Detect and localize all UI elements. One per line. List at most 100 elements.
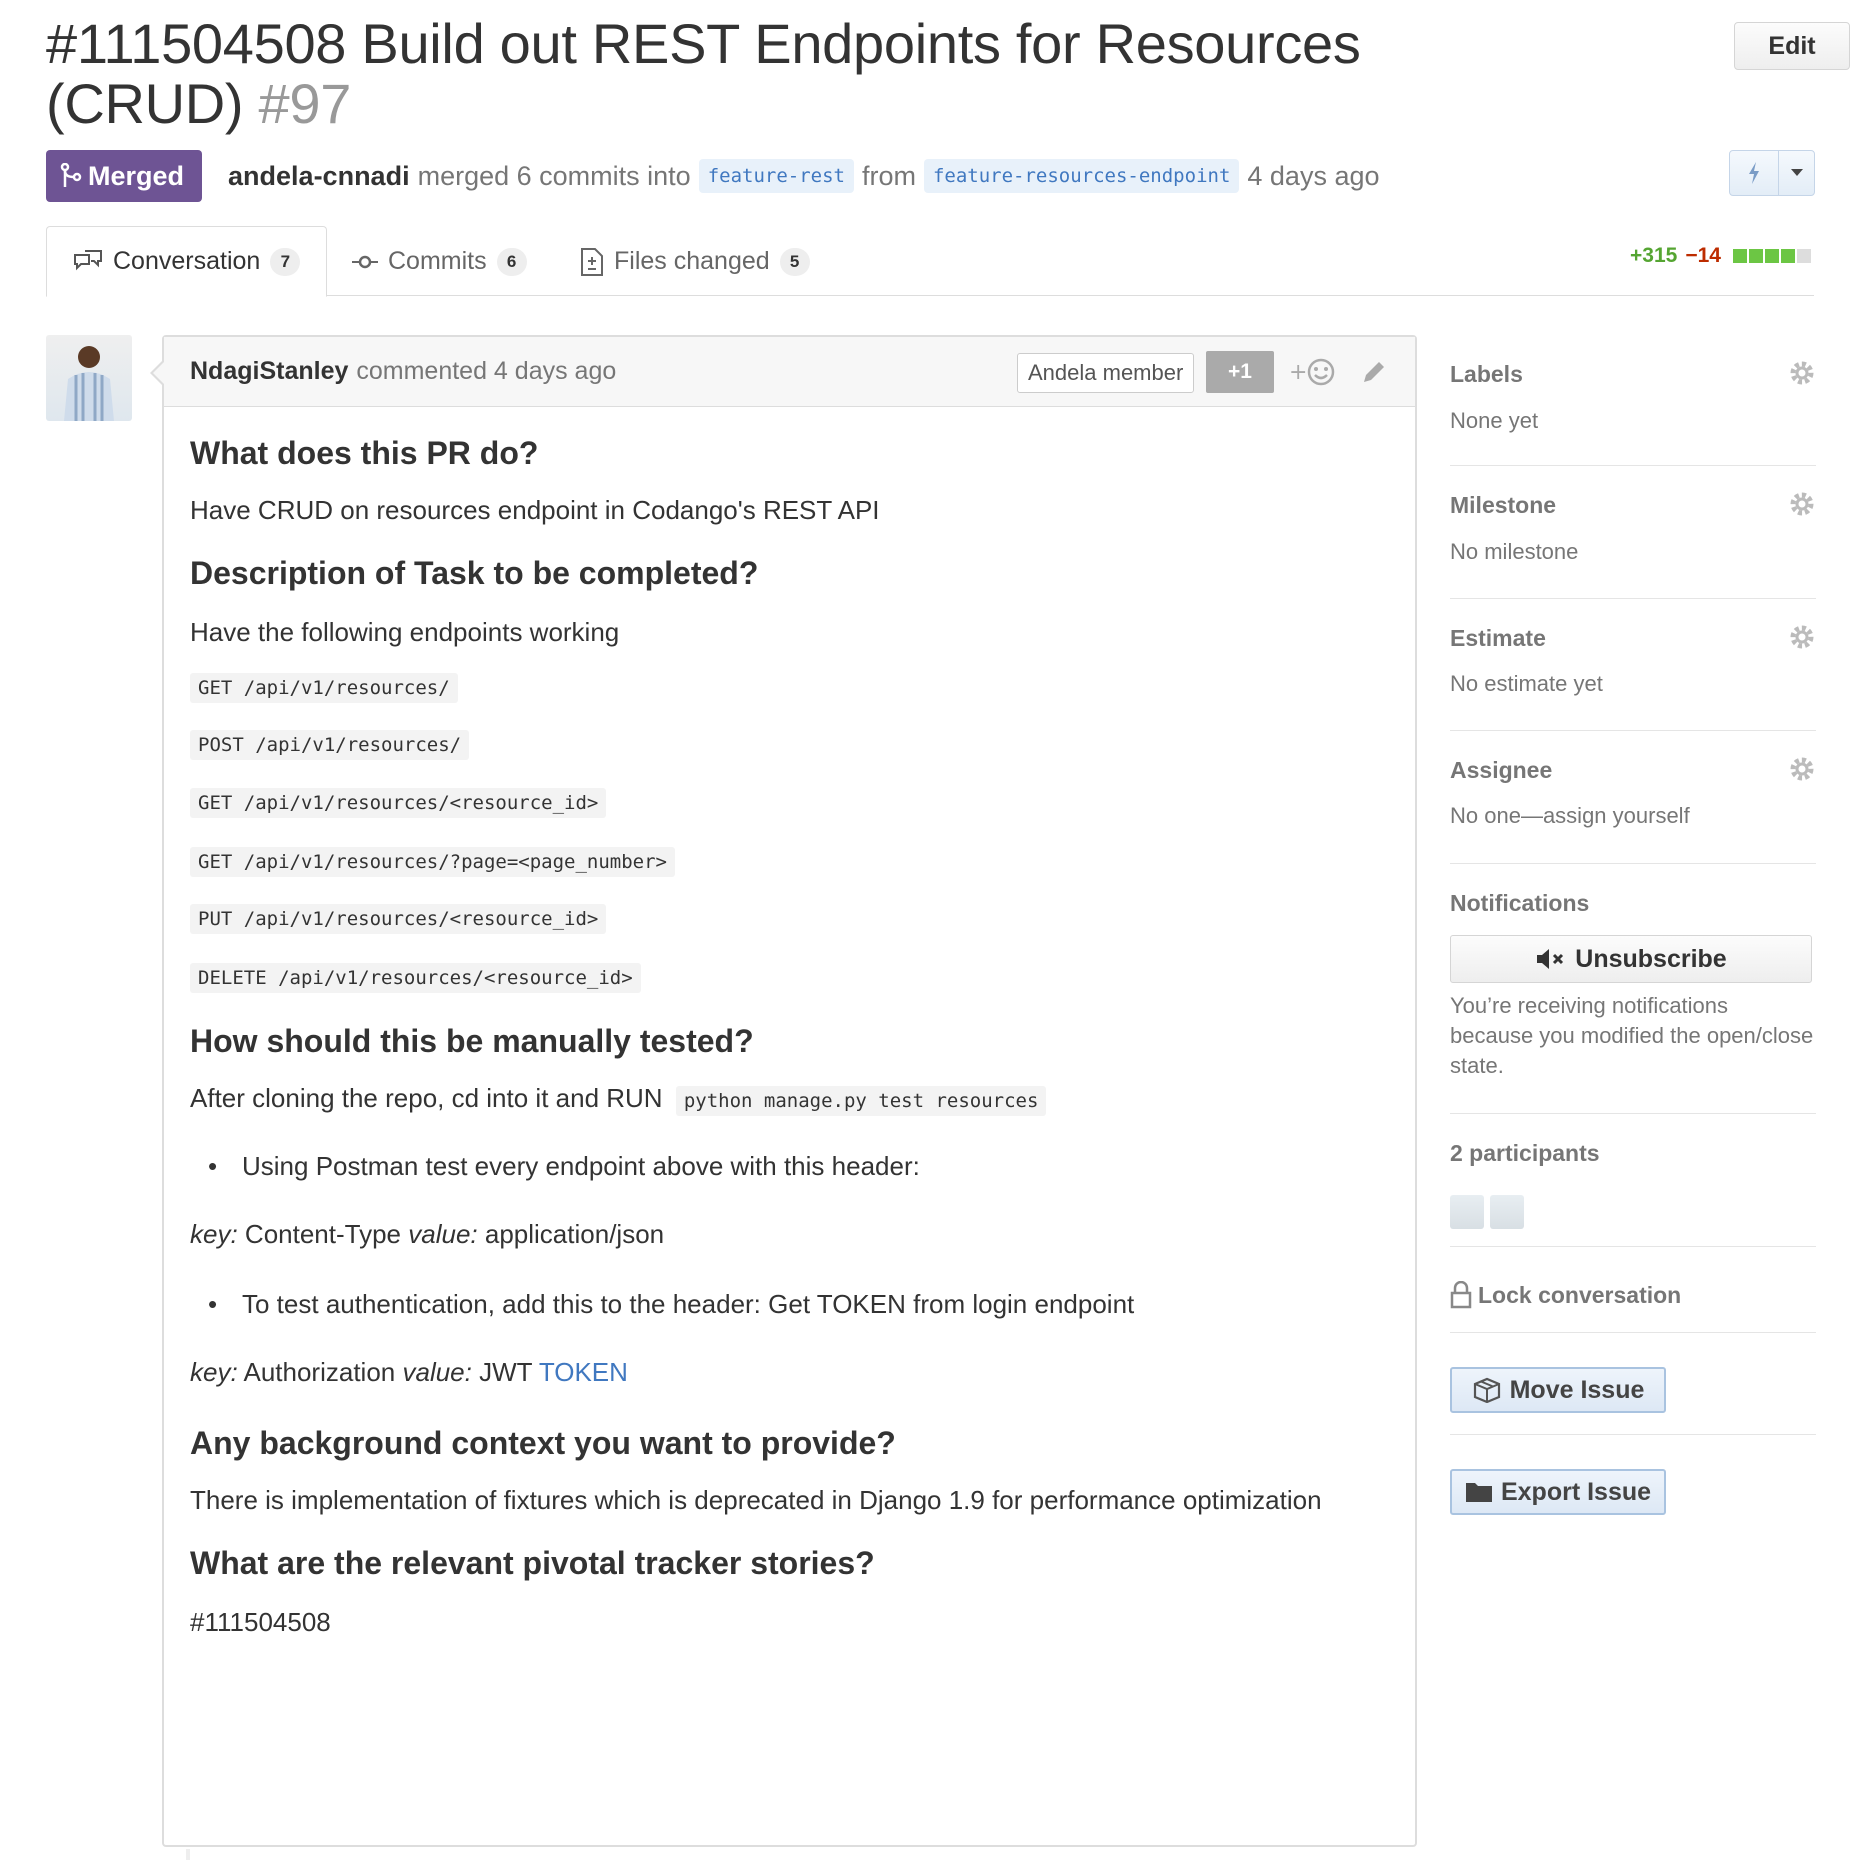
endpoint-code: GET /api/v1/resources/: [190, 673, 458, 703]
edit-button[interactable]: Edit: [1734, 22, 1850, 70]
sidebar-assignee: Assignee No one—assign yourself: [1450, 731, 1816, 864]
merge-time: 4 days ago: [1247, 160, 1380, 191]
merged-badge: Merged: [46, 150, 203, 202]
gear-icon[interactable]: [1788, 755, 1816, 783]
diffstat[interactable]: +315 −14: [1630, 244, 1811, 268]
header-key-content-type: key: Content-Type value: application/jso…: [190, 1219, 664, 1250]
zenhub-button[interactable]: [1730, 151, 1778, 195]
labels-value: None yet: [1450, 408, 1539, 433]
edit-comment-button[interactable]: [1357, 355, 1391, 389]
list-item-text: To test authentication, add this to the …: [242, 1289, 1135, 1319]
notifications-reason: You’re receiving notifications because y…: [1450, 993, 1814, 1078]
heading-description: Description of Task to be completed?: [190, 555, 759, 591]
tab-conversation[interactable]: Conversation 7: [46, 226, 328, 297]
base-branch[interactable]: feature-rest: [698, 159, 854, 193]
paragraph-stories: #111504508: [190, 1607, 331, 1637]
milestone-value: No milestone: [1450, 539, 1579, 564]
paragraph-testing: After cloning the repo, cd into it and R…: [190, 1083, 1047, 1116]
timeline-line: [186, 1849, 190, 1860]
tab-counter: 7: [270, 247, 301, 276]
comment-author[interactable]: NdagiStanley: [190, 357, 348, 386]
participant-avatar[interactable]: [1450, 1195, 1484, 1229]
gear-icon[interactable]: [1788, 359, 1816, 387]
bolt-icon: [1749, 162, 1759, 184]
zenhub-tool-group: [1729, 150, 1815, 196]
tab-label: Commits: [388, 247, 487, 275]
value-label: value:: [402, 1357, 472, 1387]
git-merge-icon: [60, 163, 82, 187]
unsubscribe-label: Unsubscribe: [1575, 944, 1727, 973]
endpoint-code: GET /api/v1/resources/?page=<page_number…: [190, 847, 675, 877]
list-item-text: Using Postman test every endpoint above …: [242, 1151, 920, 1181]
token-link[interactable]: TOKEN: [539, 1357, 628, 1387]
author-avatar[interactable]: [46, 335, 132, 421]
comment-header: NdagiStanley commented 4 days ago Andela…: [164, 337, 1415, 407]
comment-timestamp[interactable]: commented 4 days ago: [356, 357, 616, 386]
export-issue-button[interactable]: Export Issue: [1450, 1469, 1666, 1515]
tab-counter: 5: [779, 247, 810, 276]
lock-conversation-button[interactable]: Lock conversation: [1450, 1281, 1681, 1309]
heading-stories: What are the relevant pivotal tracker st…: [190, 1545, 875, 1581]
key-label: key:: [190, 1219, 238, 1249]
testing-text: After cloning the repo, cd into it and R…: [190, 1083, 663, 1113]
diff-icon: [581, 247, 603, 276]
gear-icon[interactable]: [1788, 623, 1816, 651]
notifications-title: Notifications: [1450, 890, 1590, 916]
tab-label: Files changed: [614, 247, 770, 275]
key-value: Content-Type: [244, 1219, 402, 1249]
participant-avatar[interactable]: [1490, 1195, 1524, 1229]
participant-avatars: [1450, 1195, 1524, 1229]
avatar-image: [64, 346, 114, 421]
diffstat-bar: [1732, 249, 1811, 263]
diffstat-block: [1780, 249, 1795, 263]
head-branch[interactable]: feature-resources-endpoint: [923, 159, 1240, 193]
paragraph-what: Have CRUD on resources endpoint in Codan…: [190, 495, 880, 525]
state-label: Merged: [88, 160, 185, 191]
commit-icon: [352, 255, 378, 268]
pencil-icon: [1364, 362, 1384, 382]
sidebar-estimate: Estimate No estimate yet: [1450, 599, 1816, 731]
pr-tabs: Conversation 7 Commits 6 Files changed 5: [46, 226, 1814, 297]
pr-meta: Merged andela-cnnadi merged 6 commits in…: [46, 150, 1380, 202]
gear-icon[interactable]: [1788, 490, 1816, 518]
tab-commits[interactable]: Commits 6: [352, 226, 527, 297]
endpoint-code: POST /api/v1/resources/: [190, 730, 470, 760]
header-key-authorization: key: Authorization value: JWT TOKEN: [190, 1357, 628, 1388]
estimate-title[interactable]: Estimate: [1450, 625, 1546, 652]
export-issue-label: Export Issue: [1500, 1477, 1652, 1506]
value-label: value:: [408, 1219, 478, 1249]
heading-testing: How should this be manually tested?: [190, 1023, 754, 1059]
page-title: #111504508 Build out REST Endpoints for …: [46, 14, 1386, 134]
mute-icon: [1537, 949, 1564, 969]
issue-title: #111504508 Build out REST Endpoints for …: [46, 12, 1361, 135]
assignee-title[interactable]: Assignee: [1450, 757, 1552, 784]
plus-one-button[interactable]: +1: [1206, 351, 1274, 393]
from-text: from: [861, 160, 916, 191]
pr-description-comment: NdagiStanley commented 4 days ago Andela…: [150, 335, 1417, 1847]
list-item: To test authentication, add this to the …: [208, 1289, 1135, 1320]
merge-action-text: merged 6 commits into: [417, 160, 691, 191]
sidebar-labels: Labels None yet: [1450, 335, 1816, 466]
sidebar-milestone: Milestone No milestone: [1450, 466, 1816, 599]
deletions-count: −14: [1685, 244, 1721, 267]
dropdown-toggle[interactable]: [1778, 151, 1814, 195]
svg-text:+: +: [1289, 360, 1307, 385]
package-icon: [1473, 1377, 1500, 1403]
tab-files-changed[interactable]: Files changed 5: [580, 226, 810, 297]
paragraph-background: There is implementation of fixtures whic…: [190, 1485, 1322, 1515]
merger-link[interactable]: andela-cnnadi: [228, 161, 410, 192]
assignee-value[interactable]: No one—assign yourself: [1450, 803, 1690, 829]
folder-icon: [1465, 1483, 1492, 1502]
endpoint-code: GET /api/v1/resources/<resource_id>: [190, 788, 607, 818]
estimate-value: No estimate yet: [1450, 671, 1603, 696]
add-reaction-button[interactable]: +: [1288, 351, 1338, 393]
diffstat-block: [1748, 249, 1763, 263]
additions-count: +315: [1630, 244, 1678, 267]
move-issue-button[interactable]: Move Issue: [1450, 1367, 1666, 1413]
milestone-title[interactable]: Milestone: [1450, 492, 1556, 519]
tab-counter: 6: [496, 247, 527, 276]
value-value: application/json: [484, 1219, 665, 1249]
move-issue-label: Move Issue: [1509, 1375, 1645, 1404]
unsubscribe-button[interactable]: Unsubscribe: [1450, 935, 1812, 983]
labels-title[interactable]: Labels: [1450, 361, 1523, 388]
